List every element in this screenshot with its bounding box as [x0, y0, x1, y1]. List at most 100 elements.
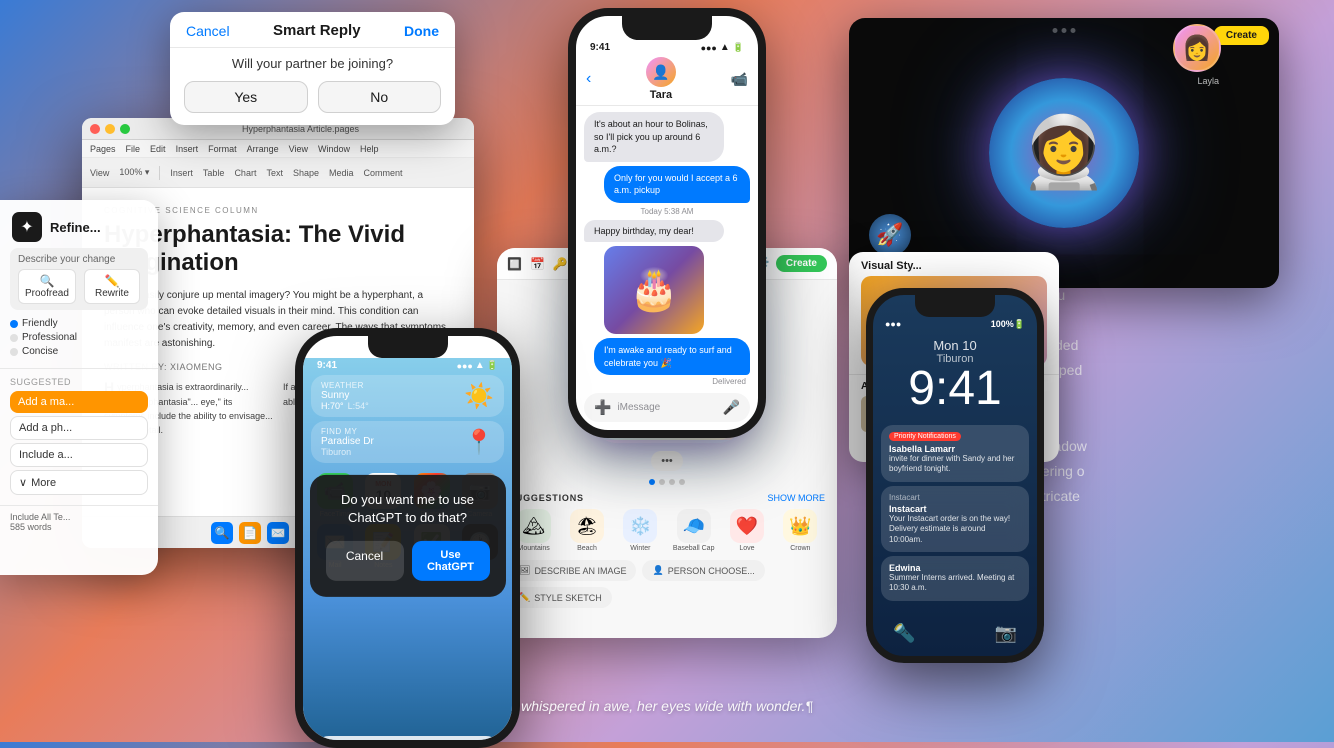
bottom-text: whispered in awe, her eyes wide with won… [521, 698, 813, 714]
chatgpt-use-dialog: Do you want me to use ChatGPT to do that… [310, 475, 506, 597]
traffic-light-red[interactable] [90, 124, 100, 134]
ipad-icon-1[interactable]: 🔲 [507, 257, 522, 271]
suggestion-love[interactable]: ❤️ Love [722, 509, 771, 552]
ipad-icon-3[interactable]: 🔑 [553, 257, 568, 271]
circle-icon-2 [10, 334, 18, 342]
priority-badge: Priority Notifications [889, 432, 961, 441]
include-footer: Include All Te... [10, 512, 148, 522]
temp-high: H:70° [321, 401, 344, 411]
chatgpt-sidebar: ✦ Refine... Describe your change 🔍 Proof… [0, 200, 158, 575]
weather-widget[interactable]: Weather Sunny H:70° L:54° ☀️ [311, 375, 504, 417]
lock-battery: 100%🔋 [991, 319, 1025, 330]
suggestion-baseball-cap[interactable]: 🧢 Baseball Cap [669, 509, 718, 552]
status-time: 9:41 [590, 42, 610, 53]
notif-body-2: Your Instacart order is on the way! Deli… [889, 514, 1021, 545]
three-dots-btn[interactable]: ••• [651, 451, 683, 471]
chevron-down-icon: ∨ [19, 476, 27, 489]
signal-icon-2: ●●● [457, 361, 473, 371]
dot-navigation [509, 479, 825, 485]
add-photo-btn[interactable]: Add a ph... [10, 416, 148, 440]
suggestion-winter[interactable]: ❄️ Winter [616, 509, 665, 552]
astronaut-icon: 🚀 [869, 214, 911, 256]
message-time: Today 5:38 AM [580, 207, 754, 216]
create-btn-ipad[interactable]: Create [776, 255, 827, 272]
signal-icon: ●●● [701, 43, 717, 53]
create-button[interactable]: Create [1214, 26, 1269, 45]
add-map-btn[interactable]: Add a ma... [10, 391, 148, 413]
message-placeholder: iMessage [617, 402, 716, 413]
microphone-icon[interactable]: 🎤 [723, 399, 740, 416]
message-received-2: Happy birthday, my dear! [584, 220, 724, 242]
weather-label: Weather [321, 381, 369, 390]
dynamic-island [368, 336, 448, 358]
dialog-use-chatgpt-btn[interactable]: Use ChatGPT [412, 541, 490, 581]
word-count: 585 words [10, 522, 148, 532]
show-more-btn[interactable]: SHOW MORE [768, 493, 826, 503]
message-sent-2: I'm awake and ready to surf and celebrat… [594, 338, 750, 375]
dock-icon-finder[interactable]: 🔍 [211, 522, 233, 544]
lock-camera-icon[interactable]: 📷 [995, 623, 1017, 644]
style-sketch-btn[interactable]: ✏️ STYLE SKETCH [509, 587, 612, 608]
circle-icon-3 [10, 348, 18, 356]
iphone-messages: 9:41 ●●● ▲ 🔋 ‹ 👤 Tara 📹 It's about an ho… [568, 8, 766, 438]
traffic-light-yellow[interactable] [105, 124, 115, 134]
include-btn[interactable]: Include a... [10, 443, 148, 467]
describe-image-btn[interactable]: 🖼 DESCRIBE AN IMAGE [509, 560, 636, 581]
find-my-sub: Tiburon [321, 447, 374, 457]
lock-date: Mon 10 Tiburon [873, 338, 1037, 365]
notif-app-instacart: Instacart [889, 493, 1021, 502]
dock-icon-mail[interactable]: ✉️ [267, 522, 289, 544]
iphone-chatgpt: 9:41 ●●● ▲ 🔋 Weather Sunny H:70° L:54° ☀… [295, 328, 520, 748]
battery-icon-2: 🔋 [487, 360, 498, 371]
chatgpt-refine-label: Refine... [50, 220, 101, 235]
find-my-location: Paradise Dr [321, 436, 374, 447]
smart-reply-question: Will your partner be joining? [170, 48, 455, 81]
traffic-light-green[interactable] [120, 124, 130, 134]
weather-city: Sunny [321, 390, 369, 401]
iphone-time-chatgpt: 9:41 [317, 360, 337, 371]
chatgpt-logo: ✦ [12, 212, 42, 242]
siri-bar[interactable]: 🎤 Ask Siri... [313, 736, 502, 748]
proofread-btn[interactable]: 🔍 Proofread [18, 269, 76, 304]
dialog-cancel-btn[interactable]: Cancel [326, 541, 404, 581]
smart-reply-yes-btn[interactable]: Yes [184, 81, 308, 113]
user-avatar: 👩 [1173, 24, 1221, 72]
siri-label: Ask Siri... [397, 744, 439, 748]
smart-reply-dialog: Cancel Smart Reply Done Will your partne… [170, 12, 455, 125]
lock-notification-1[interactable]: Priority Notifications Isabella Lamarr i… [881, 425, 1029, 482]
circle-icon [10, 320, 18, 328]
smart-reply-cancel[interactable]: Cancel [186, 23, 230, 39]
message-input-bar[interactable]: ➕ iMessage 🎤 [584, 393, 750, 422]
visual-style-label: Visual Sty... [861, 260, 1047, 272]
smart-reply-done[interactable]: Done [404, 23, 439, 39]
mac-toolbar: View 100% ▾ Insert Table Chart Text Shap… [82, 158, 474, 188]
person-icon: 👤 [652, 565, 663, 576]
suggested-label: Suggested [10, 377, 148, 387]
find-my-widget[interactable]: Find My Paradise Dr Tiburon 📍 [311, 421, 504, 463]
lock-notch [915, 295, 995, 317]
wifi-icon: ▲ [720, 42, 730, 53]
divider [159, 166, 160, 180]
video-call-icon[interactable]: 📹 [731, 71, 748, 88]
more-btn[interactable]: ∨ More [10, 470, 148, 495]
notif-body-3: Summer Interns arrived. Meeting at 10:30… [889, 573, 1021, 594]
suggestion-crown[interactable]: 👑 Crown [776, 509, 825, 552]
user-label: Layla [1197, 76, 1219, 86]
mac-menubar: Pages File Edit Insert Format Arrange Vi… [82, 140, 474, 158]
ipad-icon-2[interactable]: 📅 [530, 257, 545, 271]
find-my-label: Find My [321, 427, 374, 436]
contact-avatar: 👤 [646, 57, 676, 87]
suggestion-beach[interactable]: 🏖 Beach [562, 509, 611, 552]
chatgpt-dialog-text: Do you want me to use ChatGPT to do that… [326, 491, 490, 527]
dock-icon-pages[interactable]: 📄 [239, 522, 261, 544]
add-icon[interactable]: ➕ [594, 399, 611, 416]
map-icon: 📍 [464, 428, 494, 457]
suggestions-label: SUGGESTIONS [509, 493, 584, 503]
lock-notification-2[interactable]: Instacart Instacart Your Instacart order… [881, 486, 1029, 552]
smart-reply-title: Smart Reply [273, 22, 361, 39]
smart-reply-no-btn[interactable]: No [318, 81, 442, 113]
lock-notification-3[interactable]: Edwina Summer Interns arrived. Meeting a… [881, 556, 1029, 601]
lock-torch-icon[interactable]: 🔦 [893, 623, 915, 644]
person-choose-btn[interactable]: 👤 PERSON CHOOSE... [642, 560, 764, 581]
rewrite-btn[interactable]: ✏️ Rewrite [84, 269, 140, 304]
